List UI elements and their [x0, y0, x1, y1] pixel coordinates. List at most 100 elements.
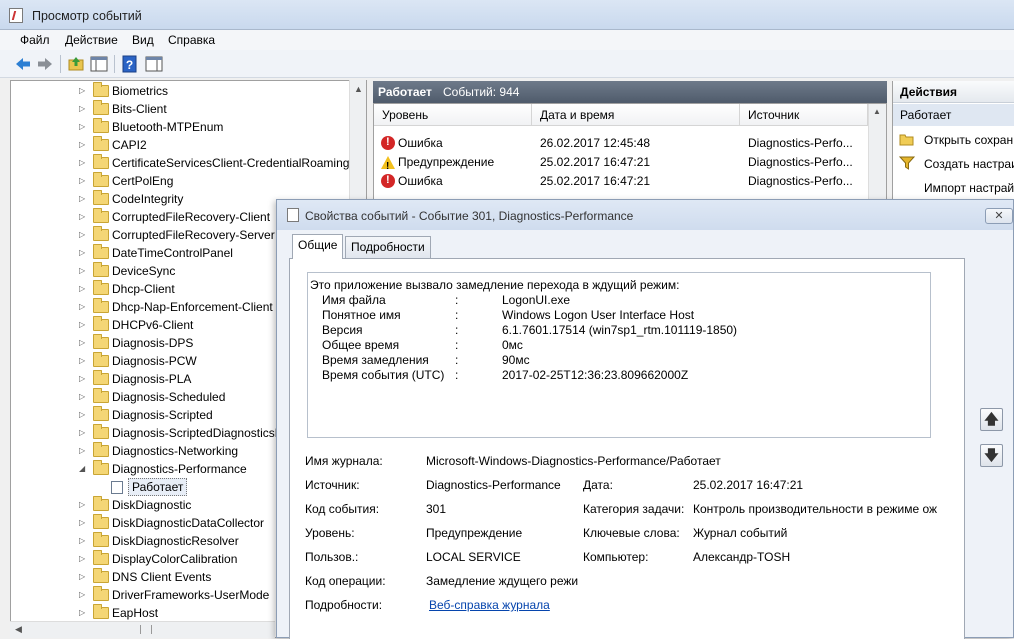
collapsed-arrow-icon[interactable]: ▷ [79, 370, 89, 388]
event-log-online-help-link[interactable]: Веб-справка журнала [429, 598, 550, 612]
back-arrow-icon[interactable] [14, 55, 32, 73]
tree-item-label: DiskDiagnostic [112, 498, 192, 512]
collapsed-arrow-icon[interactable]: ▷ [79, 406, 89, 424]
collapsed-arrow-icon[interactable]: ▷ [79, 244, 89, 262]
collapsed-arrow-icon[interactable]: ▷ [79, 136, 89, 154]
event-description[interactable]: Это приложение вызвало замедление перехо… [307, 272, 931, 438]
source-value[interactable]: Diagnostics-Performance [426, 478, 561, 492]
error-icon [381, 133, 395, 152]
computer-label: Компьютер: [583, 550, 649, 564]
collapsed-arrow-icon[interactable]: ▷ [79, 604, 89, 622]
up-folder-icon[interactable] [67, 55, 85, 73]
collapsed-arrow-icon[interactable]: ▷ [79, 172, 89, 190]
actions-subtitle[interactable]: Работает [893, 104, 1014, 126]
expanded-arrow-icon[interactable]: ◢ [79, 460, 89, 478]
collapsed-arrow-icon[interactable]: ▷ [79, 586, 89, 604]
event-list: Уровень Дата и время Источник ▲ Ошибка 2… [373, 103, 887, 203]
event-row[interactable]: Предупреждение 25.02.2017 16:47:21 Diagn… [380, 153, 866, 176]
log-name-value[interactable]: Microsoft-Windows-Diagnostics-Performanc… [426, 454, 721, 468]
folder-icon [93, 280, 109, 295]
log-name-label: Имя журнала: [305, 454, 383, 468]
date-value[interactable]: 25.02.2017 16:47:21 [693, 478, 803, 492]
action-import-custom-view[interactable]: Импорт настрай [924, 181, 1014, 195]
computer-value[interactable]: Александр-TOSH [693, 550, 790, 564]
collapsed-arrow-icon[interactable]: ▷ [79, 316, 89, 334]
tree-item-label: Dhcp-Client [112, 282, 175, 296]
tab-details[interactable]: Подробности [345, 236, 431, 258]
tree-item-label: DateTimeControlPanel [112, 246, 233, 260]
down-arrow-icon: 🡇 [984, 447, 999, 463]
opcode-value[interactable]: Замедление ждущего режи [426, 574, 578, 588]
tree-item[interactable]: ▷ Bluetooth-MTPEnum [11, 118, 351, 136]
tree-item[interactable]: ▷ CAPI2 [11, 136, 351, 154]
scroll-up-arrow-icon[interactable]: ▲ [354, 84, 363, 94]
tree-vertical-scrollbar[interactable]: ▲ [349, 80, 366, 208]
show-hide-tree-icon[interactable] [90, 55, 108, 73]
event-id-value[interactable]: 301 [426, 502, 446, 516]
collapsed-arrow-icon[interactable]: ▷ [79, 388, 89, 406]
collapsed-arrow-icon[interactable]: ▷ [79, 496, 89, 514]
collapsed-arrow-icon[interactable]: ▷ [79, 262, 89, 280]
collapsed-arrow-icon[interactable]: ▷ [79, 424, 89, 442]
tree-item[interactable]: ▷ CertificateServicesClient-CredentialRoa… [11, 154, 351, 172]
scroll-left-arrow-icon[interactable]: ◀ [15, 624, 22, 635]
scroll-thumb-grip-icon[interactable] [140, 625, 152, 634]
next-event-button[interactable]: 🡇 [980, 444, 1003, 467]
collapsed-arrow-icon[interactable]: ▷ [79, 190, 89, 208]
tree-item[interactable]: ▷ Bits-Client [11, 100, 351, 118]
scroll-up-arrow-icon[interactable]: ▲ [873, 107, 881, 116]
action-create-custom-view[interactable]: Создать настраи [924, 157, 1014, 171]
previous-event-button[interactable]: 🡅 [980, 408, 1003, 431]
action-open-saved[interactable]: Открыть сохран [924, 133, 1013, 147]
tree-item[interactable]: ▷ CertPolEng [11, 172, 351, 190]
collapsed-arrow-icon[interactable]: ▷ [79, 334, 89, 352]
keywords-value[interactable]: Журнал событий [693, 526, 787, 540]
event-list-scrollbar[interactable]: ▲ [868, 104, 886, 202]
column-level[interactable]: Уровень [374, 104, 532, 126]
user-value[interactable]: LOCAL SERVICE [426, 550, 521, 564]
collapsed-arrow-icon[interactable]: ▷ [79, 532, 89, 550]
collapsed-arrow-icon[interactable]: ▷ [79, 352, 89, 370]
collapsed-arrow-icon[interactable]: ▷ [79, 280, 89, 298]
properties-icon[interactable] [145, 55, 163, 73]
level-value[interactable]: Предупреждение [426, 526, 522, 540]
tree-horizontal-scrollbar[interactable]: ◀ [10, 621, 275, 638]
column-source[interactable]: Источник [740, 104, 868, 126]
collapsed-arrow-icon[interactable]: ▷ [79, 226, 89, 244]
event-row[interactable]: Ошибка 25.02.2017 16:47:21 Diagnostics-P… [380, 171, 866, 191]
description-key: Версия [322, 323, 363, 337]
close-icon[interactable]: ✕ [985, 208, 1013, 224]
tree-item-label: Bits-Client [112, 102, 167, 116]
tree-item-label: CorruptedFileRecovery-Server [112, 228, 275, 242]
collapsed-arrow-icon[interactable]: ▷ [79, 100, 89, 118]
tab-general[interactable]: Общие [292, 234, 344, 259]
forward-arrow-icon[interactable] [36, 55, 54, 73]
tree-item[interactable]: ▷ Biometrics [11, 82, 351, 100]
collapsed-arrow-icon[interactable]: ▷ [79, 82, 89, 100]
tree-item-label: Работает [128, 478, 188, 496]
description-value: 90мс [502, 353, 530, 367]
task-category-value[interactable]: Контроль производительности в режиме ож [693, 502, 937, 516]
collapsed-arrow-icon[interactable]: ▷ [79, 154, 89, 172]
event-viewer-app-icon [9, 8, 23, 23]
collapsed-arrow-icon[interactable]: ▷ [79, 514, 89, 532]
general-tab-panel: Это приложение вызвало замедление перехо… [289, 258, 965, 639]
collapsed-arrow-icon[interactable]: ▷ [79, 568, 89, 586]
collapsed-arrow-icon[interactable]: ▷ [79, 550, 89, 568]
menu-view[interactable]: Вид [132, 33, 154, 47]
menu-help[interactable]: Справка [168, 33, 215, 47]
collapsed-arrow-icon[interactable]: ▷ [79, 298, 89, 316]
folder-icon [93, 550, 109, 565]
collapsed-arrow-icon[interactable]: ▷ [79, 442, 89, 460]
description-key: Время события (UTC) [322, 368, 445, 382]
collapsed-arrow-icon[interactable]: ▷ [79, 208, 89, 226]
menu-file[interactable]: Файл [20, 33, 50, 47]
folder-icon [93, 388, 109, 403]
collapsed-arrow-icon[interactable]: ▷ [79, 118, 89, 136]
column-datetime[interactable]: Дата и время [532, 104, 740, 126]
tree-item-label: Diagnostics-Networking [112, 444, 239, 458]
event-row[interactable]: Ошибка 26.02.2017 12:45:48 Diagnostics-P… [380, 133, 866, 153]
help-icon[interactable]: ? [121, 55, 139, 73]
menu-action[interactable]: Действие [65, 33, 118, 47]
description-key: Имя файла [322, 293, 386, 307]
